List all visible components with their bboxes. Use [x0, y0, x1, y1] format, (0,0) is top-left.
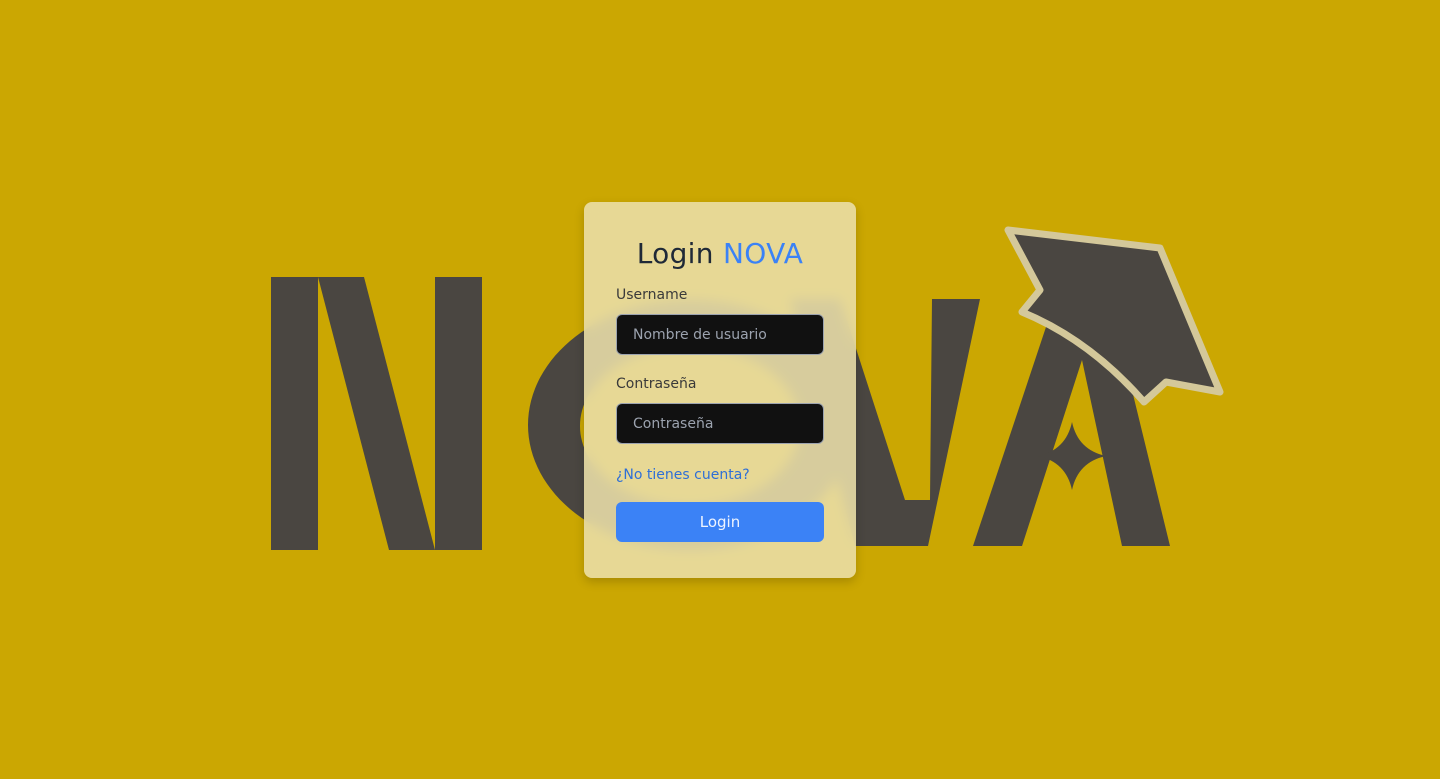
- username-input[interactable]: [616, 314, 824, 355]
- logo-letter-n-left-stem: [271, 277, 318, 550]
- login-title-prefix: Login: [636, 237, 714, 270]
- username-label: Username: [616, 287, 688, 303]
- username-group: Username: [616, 286, 824, 355]
- password-label: Contraseña: [616, 376, 697, 392]
- password-group: Contraseña: [616, 375, 824, 444]
- password-input[interactable]: [616, 403, 824, 444]
- register-link[interactable]: ¿No tienes cuenta?: [616, 466, 750, 484]
- login-button[interactable]: Login: [616, 502, 824, 542]
- login-title: Login NOVA: [616, 236, 824, 272]
- login-title-brand: NOVA: [723, 237, 804, 270]
- logo-letter-n-diagonal: [318, 277, 435, 550]
- logo-letter-n-right-stem: [435, 277, 482, 550]
- login-card: Login NOVA Username Contraseña ¿No tiene…: [584, 202, 856, 578]
